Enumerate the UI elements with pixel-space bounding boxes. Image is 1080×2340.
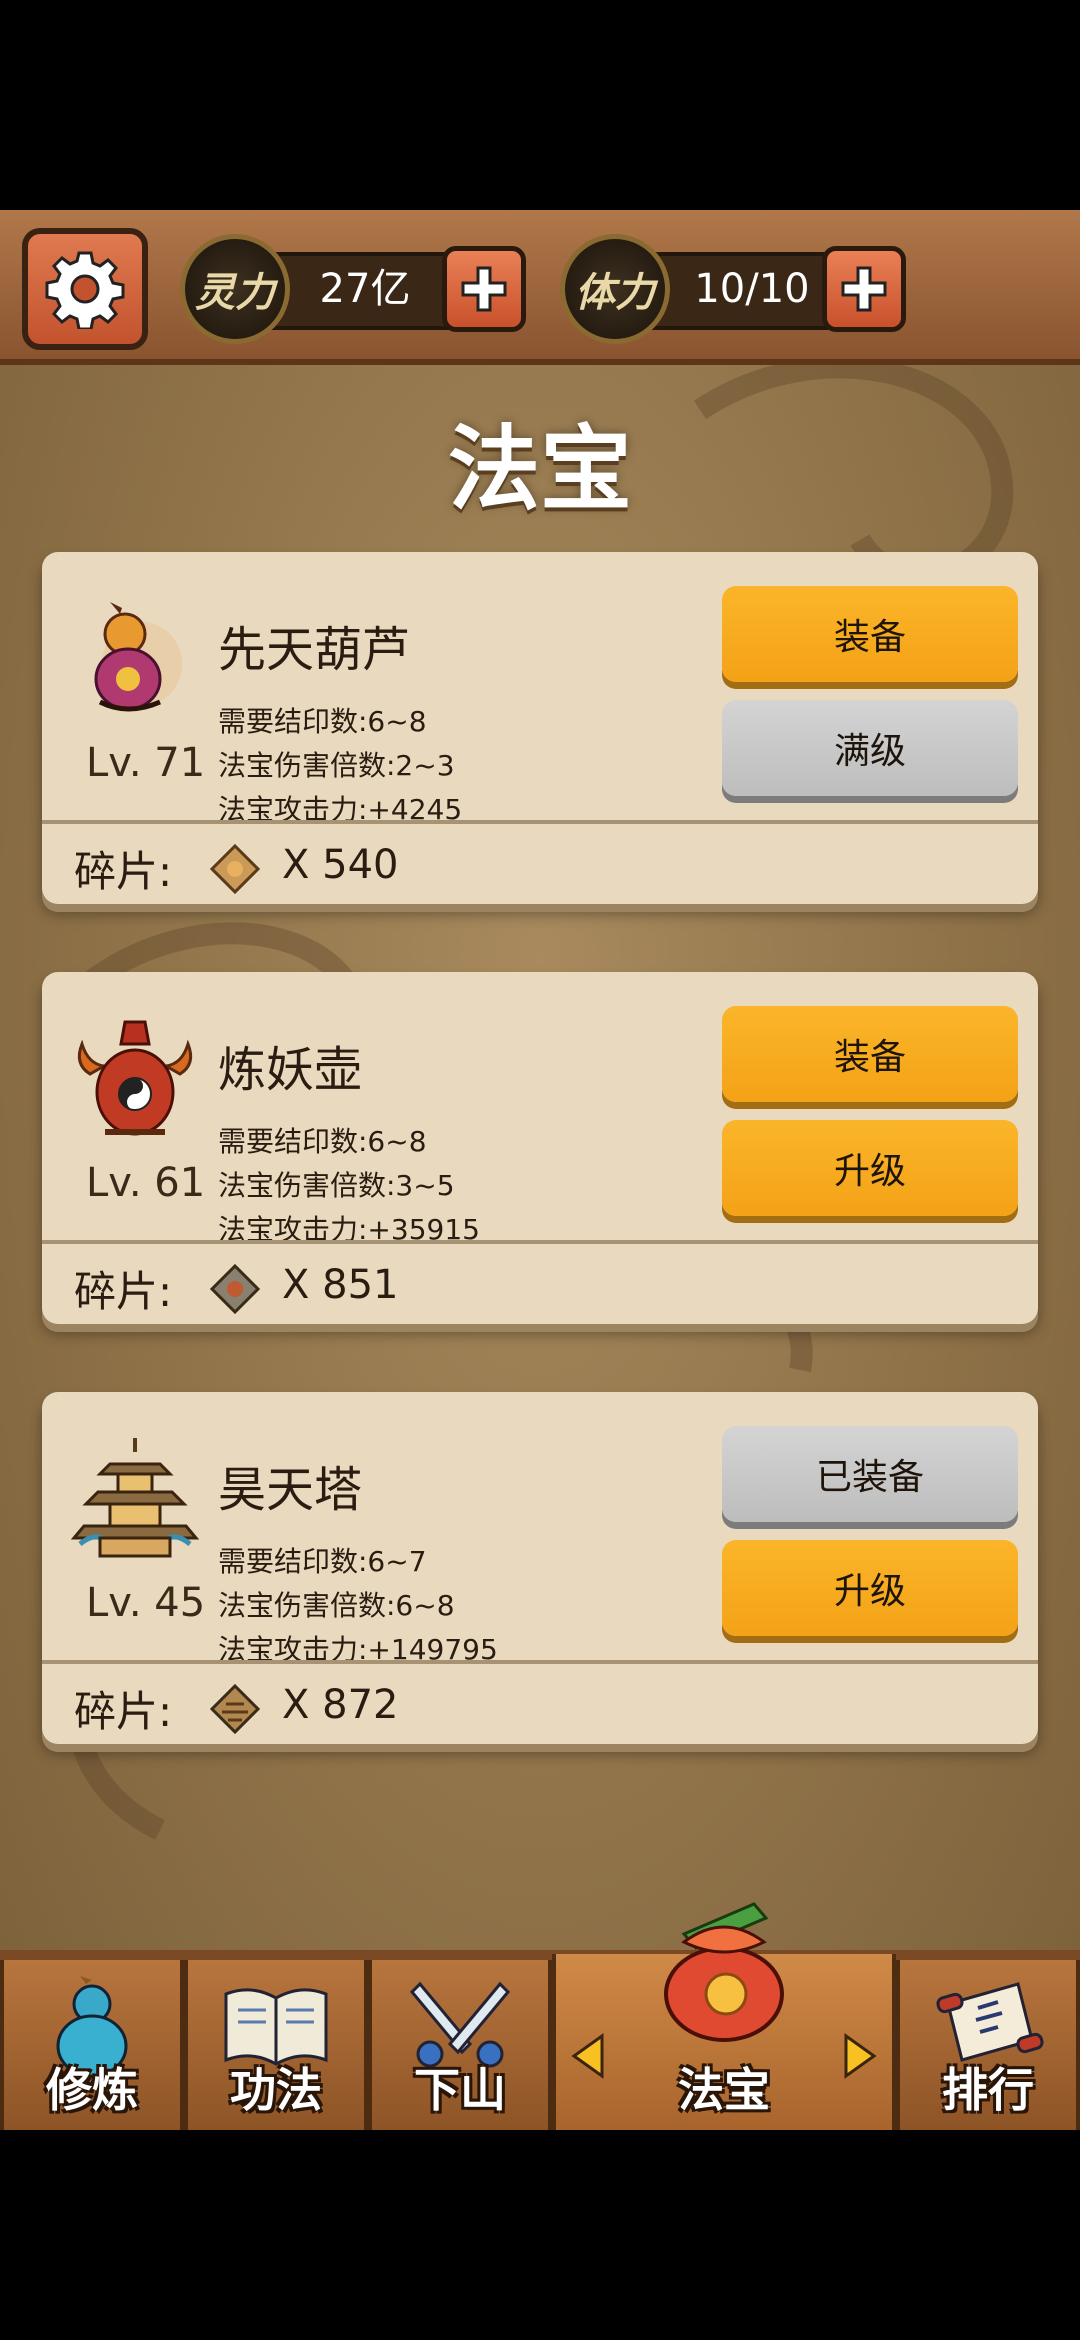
stat-damage-multiplier: 法宝伤害倍数:3~5 bbox=[218, 1169, 455, 1202]
plus-icon bbox=[841, 266, 887, 312]
treasure-name: 昊天塔 bbox=[218, 1462, 363, 1518]
stat-damage-multiplier: 法宝伤害倍数:6~8 bbox=[218, 1589, 455, 1622]
gear-icon bbox=[45, 251, 125, 329]
spirit-power-badge: 灵力 bbox=[180, 234, 290, 344]
tab-label: 法宝 bbox=[678, 2063, 770, 2117]
fragment-icon bbox=[209, 1683, 261, 1735]
stat-damage-multiplier: 法宝伤害倍数:2~3 bbox=[218, 749, 455, 782]
stat-seal-count: 需要结印数:6~7 bbox=[218, 1545, 427, 1578]
fragment-icon bbox=[209, 1263, 261, 1315]
fragment-label: 碎片: bbox=[74, 1687, 173, 1736]
tab-label: 下山 bbox=[414, 2063, 506, 2117]
stat-seal-count: 需要结印数:6~8 bbox=[218, 705, 427, 738]
tab-ranking[interactable]: 排行 bbox=[896, 1960, 1080, 2130]
tab-label: 功法 bbox=[230, 2063, 322, 2117]
spirit-power-value: 27亿 bbox=[319, 266, 411, 312]
treasure-card-info: Lv. 71 先天葫芦 需要结印数:6~8 法宝伤害倍数:2~3 法宝攻击力:+… bbox=[42, 552, 1038, 826]
treasure-card: Lv. 71 先天葫芦 需要结印数:6~8 法宝伤害倍数:2~3 法宝攻击力:+… bbox=[42, 552, 1038, 904]
upgrade-button[interactable]: 升级 bbox=[722, 1120, 1018, 1216]
max-level-button[interactable]: 满级 bbox=[722, 700, 1018, 796]
treasure-card-info: Lv. 45 昊天塔 需要结印数:6~7 法宝伤害倍数:6~8 法宝攻击力:+1… bbox=[42, 1392, 1038, 1666]
tab-techniques[interactable]: 功法 bbox=[184, 1960, 368, 2130]
gourd-treasure-icon bbox=[94, 602, 182, 712]
bottom-nav: 修炼 功法 下山 法宝 排行 bbox=[0, 1902, 1080, 2130]
treasure-name: 炼妖壶 bbox=[218, 1042, 363, 1098]
treasure-name: 先天葫芦 bbox=[218, 622, 411, 678]
page-title: 法宝 bbox=[447, 416, 632, 523]
spirit-power-resource: 灵力 27亿 bbox=[180, 234, 530, 344]
demon-pot-treasure-icon bbox=[77, 1020, 193, 1136]
settings-button[interactable] bbox=[22, 228, 148, 350]
stamina-value: 10/10 bbox=[694, 266, 810, 312]
add-stamina-button[interactable] bbox=[822, 246, 906, 332]
fragment-count: X 872 bbox=[282, 1682, 399, 1728]
equipped-button[interactable]: 已装备 bbox=[722, 1426, 1018, 1522]
plus-icon bbox=[461, 266, 507, 312]
fragment-label: 碎片: bbox=[74, 1267, 173, 1316]
add-spirit-power-button[interactable] bbox=[442, 246, 526, 332]
game-screen: 灵力 27亿 体力 10/10 法宝 Lv. 71 先天葫芦 需要结印数:6~8… bbox=[0, 210, 1080, 2130]
treasure-bag-icon bbox=[664, 1902, 784, 2042]
tab-label: 排行 bbox=[942, 2063, 1034, 2117]
card-divider bbox=[42, 1660, 1038, 1664]
tab-treasure[interactable]: 法宝 bbox=[552, 1902, 896, 2130]
card-divider bbox=[42, 1240, 1038, 1244]
stamina-badge: 体力 bbox=[560, 234, 670, 344]
treasure-card-info: Lv. 61 炼妖壶 需要结印数:6~8 法宝伤害倍数:3~5 法宝攻击力:+3… bbox=[42, 972, 1038, 1246]
tab-descend[interactable]: 下山 bbox=[368, 1960, 552, 2130]
treasure-level: Lv. 71 bbox=[86, 740, 206, 786]
stat-seal-count: 需要结印数:6~8 bbox=[218, 1125, 427, 1158]
fragment-label: 碎片: bbox=[74, 847, 173, 896]
equip-button[interactable]: 装备 bbox=[722, 586, 1018, 682]
top-bar: 灵力 27亿 体力 10/10 bbox=[0, 210, 1080, 365]
card-divider bbox=[42, 820, 1038, 824]
treasure-level: Lv. 61 bbox=[86, 1160, 206, 1206]
heaven-tower-treasure-icon bbox=[70, 1438, 200, 1558]
treasure-level: Lv. 45 bbox=[86, 1580, 206, 1626]
treasure-card: Lv. 61 炼妖壶 需要结印数:6~8 法宝伤害倍数:3~5 法宝攻击力:+3… bbox=[42, 972, 1038, 1324]
stamina-resource: 体力 10/10 bbox=[560, 234, 910, 344]
tab-label: 修炼 bbox=[46, 2063, 138, 2117]
fragment-icon bbox=[209, 843, 261, 895]
fragment-count: X 540 bbox=[282, 842, 399, 888]
equip-button[interactable]: 装备 bbox=[722, 1006, 1018, 1102]
tab-cultivate[interactable]: 修炼 bbox=[0, 1960, 184, 2130]
treasure-card: Lv. 45 昊天塔 需要结印数:6~7 法宝伤害倍数:6~8 法宝攻击力:+1… bbox=[42, 1392, 1038, 1744]
fragment-count: X 851 bbox=[282, 1262, 399, 1308]
upgrade-button[interactable]: 升级 bbox=[722, 1540, 1018, 1636]
